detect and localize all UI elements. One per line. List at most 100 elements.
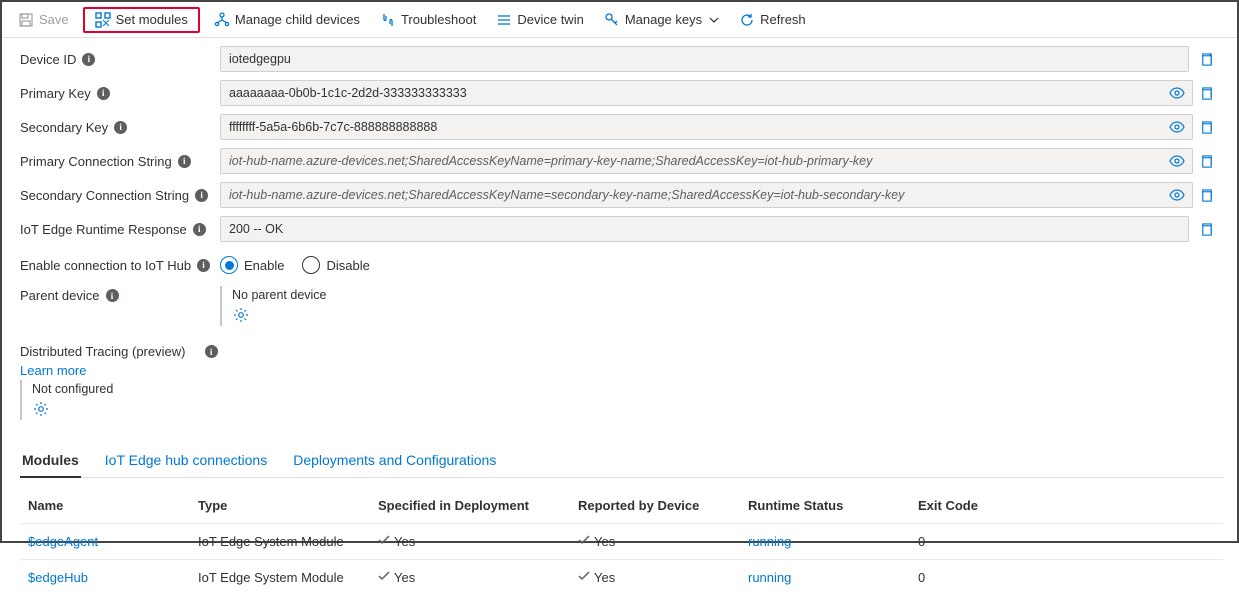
info-icon[interactable]: i [97,87,110,100]
info-icon[interactable]: i [197,259,210,272]
secondary-key-value: ffffffff-5a5a-6b6b-7c7c-888888888888 [220,114,1193,140]
learn-more-link[interactable]: Learn more [20,363,86,378]
info-icon[interactable]: i [205,345,218,358]
col-name: Name [20,498,190,513]
parent-device-block: No parent device [220,286,337,326]
info-icon[interactable]: i [106,289,119,302]
module-name-link[interactable]: $edgeAgent [28,534,98,549]
manage-child-devices-label: Manage child devices [235,12,360,27]
distributed-tracing-label: Distributed Tracing (preview) [20,344,185,359]
col-spec: Specified in Deployment [370,498,570,513]
device-id-label: Device ID i [20,52,220,67]
col-type: Type [190,498,370,513]
distributed-tracing-settings-button[interactable] [32,400,50,418]
primary-cs-value: iot-hub-name.azure-devices.net;SharedAcc… [220,148,1193,174]
manage-keys-button[interactable]: Manage keys [596,8,727,32]
enable-connection-radiogroup: Enable Disable [220,256,370,274]
refresh-label: Refresh [760,12,806,27]
not-configured-text: Not configured [32,382,1213,396]
primary-cs-label: Primary Connection String [20,154,172,169]
device-twin-button[interactable]: Device twin [488,8,591,32]
enable-radio-label: Enable [244,258,284,273]
manage-keys-label: Manage keys [625,12,702,27]
module-type: IoT Edge System Module [190,534,370,549]
runtime-response-row: IoT Edge Runtime Response i 200 -- OK [20,214,1223,244]
device-twin-label: Device twin [517,12,583,27]
copy-secondary-cs-button[interactable] [1196,185,1216,205]
col-run: Runtime Status [740,498,910,513]
parent-device-label: Parent device [20,288,100,303]
reveal-secondary-cs-button[interactable] [1165,183,1189,207]
table-header: Name Type Specified in Deployment Report… [20,492,1223,523]
device-details: Device ID i iotedgegpu Primary Key i aaaa… [2,38,1237,595]
table-row: $edgeAgent IoT Edge System Module Yes Ye… [20,523,1223,559]
enable-radio[interactable]: Enable [220,256,284,274]
device-id-label-text: Device ID [20,52,76,67]
device-id-row: Device ID i iotedgegpu [20,44,1223,74]
tab-deployments[interactable]: Deployments and Configurations [291,446,498,477]
table-row: $edgeHub IoT Edge System Module Yes Yes … [20,559,1223,595]
chevron-down-icon [709,15,719,25]
secondary-key-label: Secondary Key [20,120,108,135]
info-icon[interactable]: i [114,121,127,134]
save-button: Save [10,8,77,32]
primary-key-row: Primary Key i aaaaaaaa-0b0b-1c1c-2d2d-333… [20,78,1223,108]
tab-hub-connections[interactable]: IoT Edge hub connections [103,446,269,477]
set-modules-label: Set modules [116,12,188,27]
secondary-cs-row: Secondary Connection Stringi iot-hub-nam… [20,180,1223,210]
disable-radio[interactable]: Disable [302,256,369,274]
info-icon[interactable]: i [193,223,206,236]
lower-tabs: Modules IoT Edge hub connections Deploym… [20,446,1223,478]
copy-primary-cs-button[interactable] [1196,151,1216,171]
primary-key-label: Primary Key [20,86,91,101]
disable-radio-label: Disable [326,258,369,273]
refresh-button[interactable]: Refresh [731,8,814,32]
module-name-link[interactable]: $edgeHub [28,570,88,585]
copy-primary-key-button[interactable] [1196,83,1216,103]
keys-icon [604,12,620,28]
set-modules-button[interactable]: Set modules [83,7,200,33]
reveal-secondary-key-button[interactable] [1165,115,1189,139]
col-rep: Reported by Device [570,498,740,513]
troubleshoot-button[interactable]: Troubleshoot [372,8,484,32]
info-icon[interactable]: i [178,155,191,168]
module-status-link[interactable]: running [748,570,791,585]
copy-device-id-button[interactable] [1196,49,1216,69]
info-icon[interactable]: i [195,189,208,202]
runtime-label: IoT Edge Runtime Response [20,222,187,237]
device-twin-icon [496,12,512,28]
col-exit: Exit Code [910,498,1030,513]
parent-device-message: No parent device [232,288,327,302]
info-icon[interactable]: i [82,53,95,66]
tab-modules[interactable]: Modules [20,446,81,478]
troubleshoot-label: Troubleshoot [401,12,476,27]
manage-child-devices-button[interactable]: Manage child devices [206,8,368,32]
reveal-primary-cs-button[interactable] [1165,149,1189,173]
module-reported: Yes [570,534,740,549]
module-spec: Yes [370,534,570,549]
module-exit: 0 [910,534,1030,549]
runtime-value: 200 -- OK [220,216,1189,242]
parent-device-settings-button[interactable] [232,306,250,324]
save-icon [18,12,34,28]
parent-device-row: Parent device i No parent device [20,284,1223,326]
module-exit: 0 [910,570,1030,585]
module-spec: Yes [370,570,570,585]
module-status-link[interactable]: running [748,534,791,549]
refresh-icon [739,12,755,28]
copy-runtime-button[interactable] [1196,219,1216,239]
modules-icon [95,12,111,28]
device-id-value: iotedgegpu [220,46,1189,72]
child-devices-icon [214,12,230,28]
module-reported: Yes [570,570,740,585]
reveal-primary-key-button[interactable] [1165,81,1189,105]
primary-cs-row: Primary Connection String i iot-hub-name.… [20,146,1223,176]
primary-key-value: aaaaaaaa-0b0b-1c1c-2d2d-333333333333 [220,80,1193,106]
enable-connection-label: Enable connection to IoT Hub [20,258,191,273]
modules-table: Name Type Specified in Deployment Report… [20,492,1223,595]
copy-secondary-key-button[interactable] [1196,117,1216,137]
module-type: IoT Edge System Module [190,570,370,585]
enable-connection-row: Enable connection to IoT Hub i Enable Dis… [20,250,1223,280]
command-bar: Save Set modules Manage child devices Tr… [2,2,1237,38]
secondary-cs-label: Secondary Connection String [20,188,189,203]
